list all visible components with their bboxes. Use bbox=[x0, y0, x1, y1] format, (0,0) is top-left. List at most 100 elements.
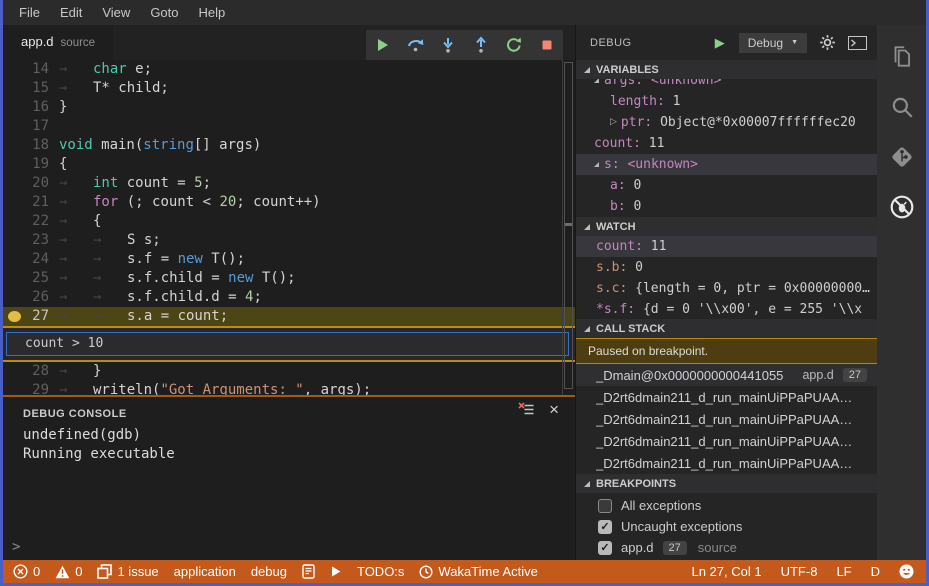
section-breakpoints[interactable]: BREAKPOINTS bbox=[576, 474, 877, 493]
variable-name: a: bbox=[610, 178, 634, 193]
clear-console-icon[interactable] bbox=[518, 402, 535, 417]
variable-row[interactable]: length: 1 bbox=[576, 91, 877, 112]
code-line-20[interactable]: 20 → int count = 5; bbox=[3, 174, 575, 193]
code-line-19[interactable]: 19 { bbox=[3, 155, 575, 174]
status-cursor-position[interactable]: Ln 27, Col 1 bbox=[691, 564, 761, 579]
code-editor[interactable]: 14 → char e; 15 → T* child; 16} 17 18 void main(s… bbox=[3, 60, 575, 560]
code-line-21[interactable]: 21 → for (; count < 20; count++) bbox=[3, 193, 575, 212]
line-number[interactable]: 21 bbox=[3, 193, 49, 212]
line-number[interactable]: 19 bbox=[3, 155, 49, 174]
source-control-icon[interactable] bbox=[889, 144, 915, 170]
status-wakatime[interactable]: WakaTime Active bbox=[419, 564, 538, 579]
line-number[interactable]: 23 bbox=[3, 231, 49, 250]
checkbox[interactable]: ✓ bbox=[598, 519, 612, 534]
open-console-icon[interactable] bbox=[848, 35, 867, 50]
stack-frame[interactable]: _D2rt6dmain211_d_run_mainUiPPaPUAA… bbox=[576, 386, 877, 408]
code-line-23[interactable]: 23 → → S s; bbox=[3, 231, 575, 250]
gear-icon[interactable] bbox=[819, 34, 836, 51]
status-run[interactable] bbox=[330, 565, 342, 578]
code-line-26[interactable]: 26 → → s.f.child.d = 4; bbox=[3, 288, 575, 307]
checkbox[interactable] bbox=[598, 498, 612, 513]
stop-icon[interactable] bbox=[536, 34, 558, 56]
code-line-22[interactable]: 22 →{ bbox=[3, 212, 575, 231]
stack-frame[interactable]: _D2rt6dmain211_d_run_mainUiPPaPUAA… bbox=[576, 452, 877, 474]
status-language-mode[interactable]: D bbox=[871, 564, 880, 579]
restart-icon[interactable] bbox=[503, 34, 525, 56]
menu-item-file[interactable]: File bbox=[9, 5, 50, 20]
line-number[interactable]: 28 bbox=[3, 362, 49, 381]
code-line-28[interactable]: 28 →} bbox=[3, 362, 575, 381]
variable-row[interactable]: a: 0 bbox=[576, 175, 877, 196]
line-number[interactable]: 16 bbox=[3, 98, 49, 117]
watch-row[interactable]: s.c: {length = 0, ptr = 0x00000000… bbox=[576, 278, 877, 299]
status-todos[interactable]: TODO:s bbox=[357, 564, 404, 579]
menu-item-goto[interactable]: Goto bbox=[140, 5, 188, 20]
code-line-25[interactable]: 25 → → s.f.child = new T(); bbox=[3, 269, 575, 288]
breakpoint-item[interactable]: ✓ Uncaught exceptions bbox=[576, 516, 877, 537]
breakpoint-icon[interactable] bbox=[8, 311, 21, 322]
code-line-18[interactable]: 18 void main(string[] args) bbox=[3, 136, 575, 155]
token: ; bbox=[253, 289, 262, 305]
line-number[interactable]: 15 bbox=[3, 79, 49, 98]
watch-row[interactable]: s.b: 0 bbox=[576, 257, 877, 278]
status-debug-config[interactable]: debug bbox=[251, 564, 287, 579]
search-icon[interactable] bbox=[889, 94, 915, 120]
status-encoding[interactable]: UTF-8 bbox=[781, 564, 818, 579]
line-number[interactable]: 26 bbox=[3, 288, 49, 307]
breakpoint-item[interactable]: All exceptions bbox=[576, 495, 877, 516]
menu-item-help[interactable]: Help bbox=[189, 5, 236, 20]
code-line-17[interactable]: 17 bbox=[3, 117, 575, 136]
line-number[interactable]: 25 bbox=[3, 269, 49, 288]
status-feedback[interactable] bbox=[899, 564, 914, 579]
menu-item-edit[interactable]: Edit bbox=[50, 5, 92, 20]
section-call-stack[interactable]: CALL STACK bbox=[576, 319, 877, 338]
line-number[interactable]: 17 bbox=[3, 117, 49, 136]
code-line-27[interactable]: 27 → → s.a = count; bbox=[3, 307, 575, 326]
step-into-icon[interactable] bbox=[437, 34, 459, 56]
section-watch[interactable]: WATCH bbox=[576, 217, 877, 236]
tab-app-d[interactable]: app.d source bbox=[3, 25, 114, 60]
status-issues[interactable]: 1 issue bbox=[97, 564, 159, 579]
debug-config-dropdown[interactable]: Debug ▼ bbox=[738, 32, 807, 53]
checkbox[interactable]: ✓ bbox=[598, 540, 612, 555]
debug-icon[interactable] bbox=[889, 194, 915, 220]
line-number[interactable]: 24 bbox=[3, 250, 49, 269]
variable-row[interactable]: count: 11 bbox=[576, 133, 877, 154]
stack-frame[interactable]: _D2rt6dmain211_d_run_mainUiPPaPUAA… bbox=[576, 408, 877, 430]
status-file-note[interactable] bbox=[302, 564, 315, 579]
section-variables[interactable]: VARIABLES bbox=[576, 60, 877, 79]
breakpoint-item[interactable]: ✓ app.d 27 source bbox=[576, 537, 877, 558]
watch-row[interactable]: *s.f: {d = 0 '\\x00', e = 255 '\\x bbox=[576, 299, 877, 319]
breakpoint-condition-input[interactable]: count > 10 bbox=[6, 332, 569, 356]
overview-ruler[interactable] bbox=[562, 60, 575, 395]
status-text: UTF-8 bbox=[780, 564, 818, 579]
line-number[interactable]: 22 bbox=[3, 212, 49, 231]
expanded-twistie-icon bbox=[594, 79, 599, 83]
line-number[interactable]: 20 bbox=[3, 174, 49, 193]
watch-row[interactable]: count: 11 bbox=[576, 236, 877, 257]
variable-row[interactable]: s: <unknown> bbox=[576, 154, 877, 175]
stack-frame[interactable]: _Dmain@0x0000000000441055 app.d 27 bbox=[576, 364, 877, 386]
step-out-icon[interactable] bbox=[470, 34, 492, 56]
line-number[interactable]: 14 bbox=[3, 60, 49, 79]
variable-row[interactable]: args: <unknown> bbox=[576, 79, 877, 91]
status-application[interactable]: application bbox=[174, 564, 236, 579]
status-errors[interactable]: 0 bbox=[13, 564, 40, 579]
debug-console-prompt[interactable]: > bbox=[12, 539, 20, 555]
start-debug-icon[interactable]: ▶ bbox=[715, 35, 725, 51]
close-panel-icon[interactable]: × bbox=[549, 401, 559, 418]
code-line-15[interactable]: 15 → T* child; bbox=[3, 79, 575, 98]
variable-row[interactable]: ▷ ptr: Object@*0x00007ffffffec20 bbox=[576, 112, 877, 133]
stack-frame[interactable]: _D2rt6dmain211_d_run_mainUiPPaPUAA… bbox=[576, 430, 877, 452]
step-over-icon[interactable] bbox=[404, 34, 426, 56]
code-line-24[interactable]: 24 → → s.f = new T(); bbox=[3, 250, 575, 269]
code-line-14[interactable]: 14 → char e; bbox=[3, 60, 575, 79]
status-eol[interactable]: LF bbox=[836, 564, 851, 579]
menu-item-view[interactable]: View bbox=[92, 5, 140, 20]
continue-icon[interactable] bbox=[371, 34, 393, 56]
explorer-icon[interactable] bbox=[889, 44, 915, 70]
status-warnings[interactable]: 0 bbox=[55, 564, 82, 579]
variable-row[interactable]: b: 0 bbox=[576, 196, 877, 217]
line-number[interactable]: 18 bbox=[3, 136, 49, 155]
code-line-16[interactable]: 16} bbox=[3, 98, 575, 117]
